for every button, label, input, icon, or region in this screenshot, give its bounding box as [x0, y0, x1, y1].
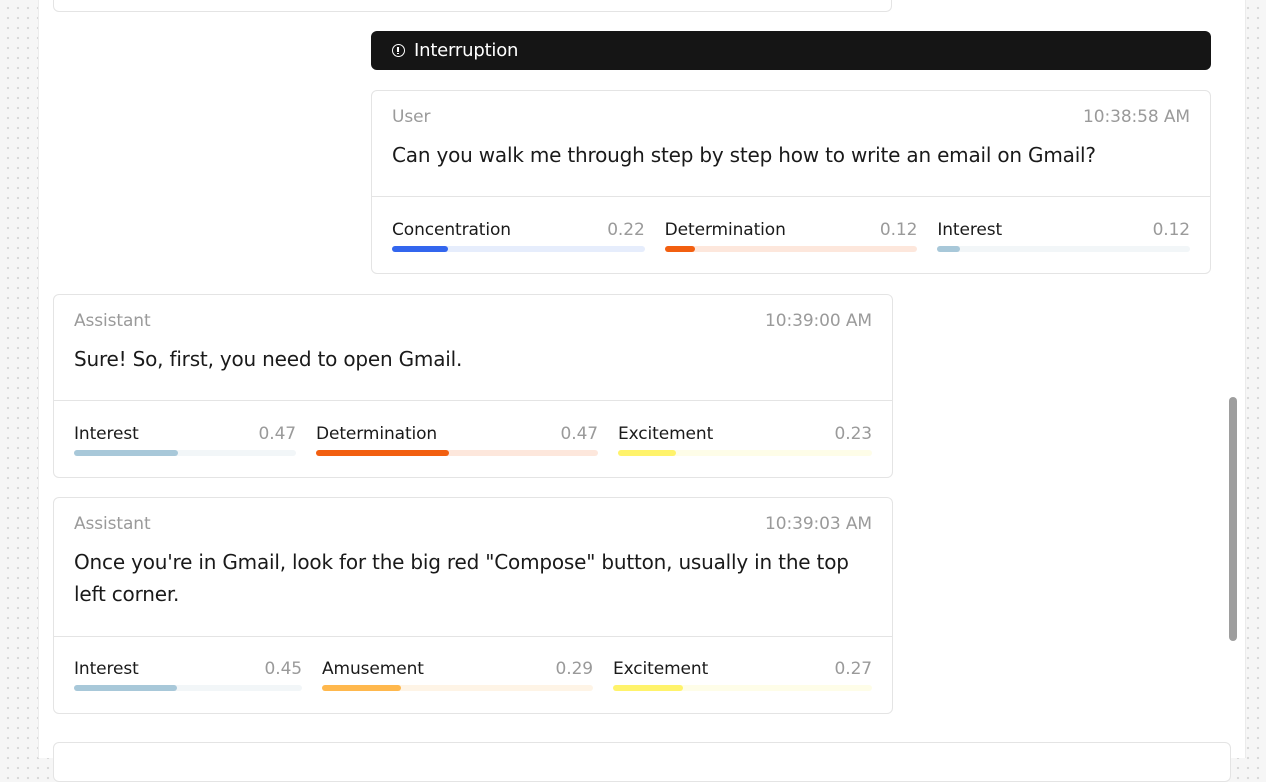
scrollbar-thumb[interactable]: [1229, 397, 1237, 641]
emotion-value: 0.47: [258, 424, 297, 444]
message-divider: [54, 400, 892, 401]
emotion-score: Excitement 0.27: [613, 658, 872, 691]
emotion-name: Excitement: [613, 659, 709, 679]
alert-circle-icon: [392, 44, 405, 57]
emotion-name: Concentration: [392, 220, 511, 240]
emotion-value: 0.12: [879, 220, 918, 240]
emotion-name: Interest: [937, 220, 1003, 240]
message-timestamp: 10:39:03 AM: [765, 514, 872, 534]
message-timestamp: 10:39:00 AM: [765, 311, 872, 331]
emotion-value: 0.29: [555, 659, 594, 679]
message-text: Once you're in Gmail, look for the big r…: [74, 550, 849, 606]
interruption-label: Interruption: [414, 40, 519, 61]
emotion-name: Determination: [664, 220, 786, 240]
emotion-bar-fill: [392, 246, 448, 252]
message-timestamp: 10:38:58 AM: [1083, 107, 1190, 127]
assistant-message-card: Assistant 10:39:00 AM Sure! So, first, y…: [53, 294, 893, 478]
emotion-bar-fill: [664, 246, 695, 252]
message-role: Assistant: [74, 514, 151, 534]
emotion-bar: [937, 246, 1191, 252]
emotion-score: Determination 0.12: [664, 219, 918, 252]
emotion-value: 0.12: [1152, 220, 1191, 240]
emotion-score: Determination 0.47: [316, 423, 598, 456]
emotion-bar: [618, 450, 872, 456]
emotion-bar: [613, 685, 872, 691]
emotion-bar: [74, 450, 296, 456]
emotion-bar: [664, 246, 918, 252]
message-divider: [54, 636, 892, 637]
emotion-score: Excitement 0.23: [618, 423, 872, 456]
emotion-name: Interest: [74, 659, 139, 679]
message-role: User: [392, 107, 431, 127]
interruption-banner: Interruption: [371, 31, 1211, 70]
emotion-bar-fill: [74, 450, 179, 456]
emotion-value: 0.47: [560, 424, 599, 444]
next-message-card: [53, 742, 1231, 782]
emotion-scores: Interest 0.47 Determination 0.47 Excitemen…: [74, 423, 872, 456]
emotion-bar-fill: [937, 246, 961, 252]
emotion-bar-fill: [74, 685, 177, 691]
assistant-message-card: Assistant 10:39:03 AM Once you're in Gma…: [53, 497, 893, 714]
emotion-scores: Concentration 0.22 Determination 0.12 Inte…: [392, 219, 1190, 252]
emotion-score: Interest 0.45: [74, 658, 302, 691]
message-divider: [372, 196, 1210, 197]
message-role: Assistant: [74, 311, 151, 331]
emotion-score: Concentration 0.22: [392, 219, 645, 252]
emotion-bar: [316, 450, 598, 456]
emotion-name: Excitement: [618, 424, 714, 444]
emotion-name: Determination: [316, 424, 438, 444]
previous-message-card: [53, 0, 892, 12]
emotion-bar-fill: [618, 450, 677, 456]
emotion-name: Interest: [74, 424, 139, 444]
emotion-bar-fill: [316, 450, 449, 456]
emotion-scores: Interest 0.45 Amusement 0.29 Excitement 0.2…: [74, 658, 872, 691]
emotion-bar: [322, 685, 593, 691]
message-text: Can you walk me through step by step how…: [392, 143, 1096, 167]
emotion-score: Amusement 0.29: [322, 658, 593, 691]
chat-panel: Interruption User 10:38:58 AM Can you wa…: [38, 0, 1246, 782]
emotion-value: 0.23: [834, 424, 873, 444]
user-message-card: User 10:38:58 AM Can you walk me through…: [371, 90, 1211, 274]
emotion-bar: [74, 685, 302, 691]
emotion-score: Interest 0.47: [74, 423, 296, 456]
emotion-bar-fill: [322, 685, 401, 691]
emotion-score: Interest 0.12: [937, 219, 1190, 252]
emotion-bar: [392, 246, 645, 252]
emotion-name: Amusement: [322, 659, 424, 679]
emotion-value: 0.22: [607, 220, 645, 240]
emotion-value: 0.27: [834, 659, 873, 679]
emotion-value: 0.45: [264, 659, 303, 679]
emotion-bar-fill: [613, 685, 683, 691]
message-text: Sure! So, first, you need to open Gmail.: [74, 347, 463, 371]
